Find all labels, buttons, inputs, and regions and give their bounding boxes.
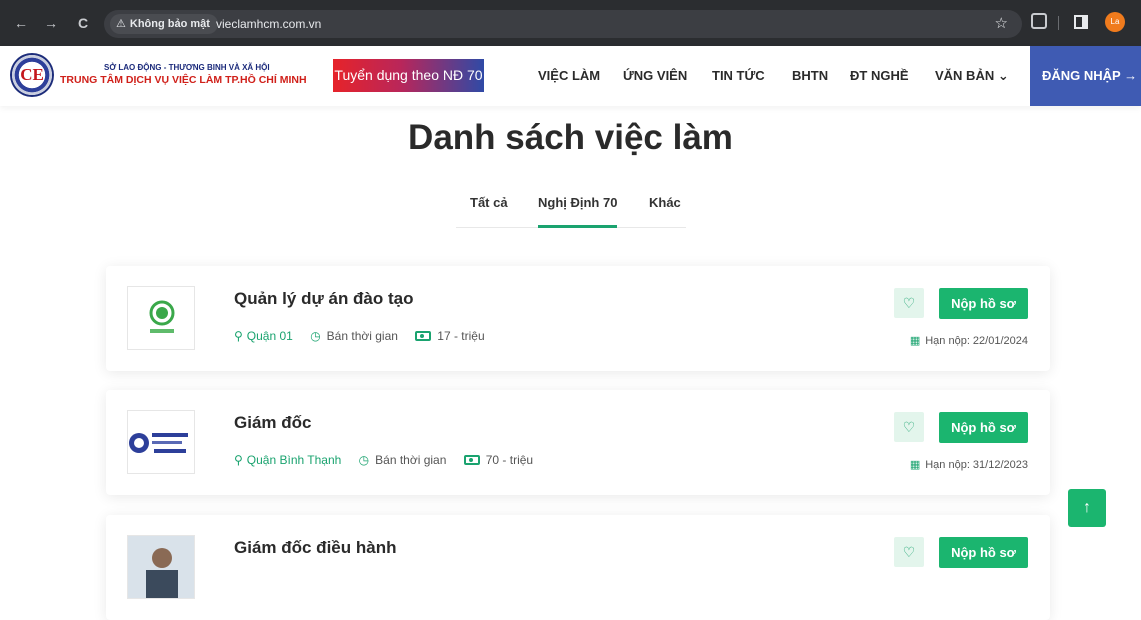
- job-title[interactable]: Quản lý dự án đào tạo: [234, 288, 414, 310]
- person-photo-icon: [128, 536, 194, 598]
- profile-avatar[interactable]: La: [1105, 12, 1125, 32]
- site-header: CE SỞ LAO ĐỘNG - THƯƠNG BINH VÀ XÃ HỘI T…: [0, 46, 1141, 106]
- job-card[interactable]: Giám đốc ⚲ Quận Bình Thạnh ◷ Bán thời gian…: [106, 390, 1050, 495]
- bookmark-star-icon[interactable]: ☆: [995, 15, 1008, 33]
- job-deadline: ▦ Hạn nộp: 31/12/2023: [910, 458, 1028, 472]
- company-logo[interactable]: [127, 410, 195, 474]
- job-card[interactable]: Giám đốc điều hành ♡ Nộp hồ sơ: [106, 515, 1050, 620]
- toolbar-divider: [1058, 16, 1059, 30]
- extensions-icon[interactable]: [1031, 13, 1047, 29]
- tab-other[interactable]: Khác: [649, 194, 681, 212]
- nav-tin-tuc[interactable]: TIN TỨC: [712, 66, 765, 86]
- job-title[interactable]: Giám đốc điều hành: [234, 537, 396, 559]
- favorite-button[interactable]: ♡: [894, 537, 924, 567]
- clock-icon: ◷: [310, 329, 321, 343]
- url-text[interactable]: vieclamhcm.com.vn: [216, 16, 321, 32]
- address-bar[interactable]: ⚠ Không bảo mật vieclamhcm.com.vn ☆: [104, 10, 1022, 38]
- back-icon[interactable]: ←: [14, 13, 28, 33]
- calendar-icon: ▦: [909, 335, 921, 347]
- job-location: Quận Bình Thạnh: [246, 453, 342, 467]
- warning-icon: ⚠: [116, 18, 126, 30]
- favorite-button[interactable]: ♡: [894, 412, 924, 442]
- page-title: Danh sách việc làm: [408, 118, 733, 157]
- favorite-button[interactable]: ♡: [894, 288, 924, 318]
- job-salary: 17 - triệu: [437, 329, 485, 343]
- job-card[interactable]: Quản lý dự án đào tạo ⚲ Quận 01 ◷ Bán thời…: [106, 266, 1050, 371]
- browser-chrome: ← → C ⚠ Không bảo mật vieclamhcm.com.vn ☆…: [0, 0, 1141, 46]
- deadline-text: Hạn nộp: 31/12/2023: [925, 459, 1028, 471]
- tab-all[interactable]: Tất cả: [470, 194, 508, 212]
- login-button[interactable]: ĐĂNG NHẬP →: [1030, 46, 1141, 106]
- apply-button[interactable]: Nộp hồ sơ: [939, 537, 1028, 568]
- bbb-spa-logo-icon: [149, 300, 175, 333]
- job-title[interactable]: Giám đốc: [234, 412, 311, 434]
- map-pin-icon: ⚲: [234, 329, 243, 343]
- calendar-icon: ▦: [909, 459, 921, 471]
- job-deadline: ▦ Hạn nộp: 22/01/2024: [910, 334, 1028, 348]
- company-logo[interactable]: [127, 535, 195, 599]
- apply-button[interactable]: Nộp hồ sơ: [939, 288, 1028, 319]
- job-salary: 70 - triệu: [485, 453, 534, 467]
- heart-icon: ♡: [902, 295, 916, 311]
- job-filter-tabs: Tất cả Nghị Định 70 Khác: [456, 188, 686, 228]
- job-meta: ⚲ Quận 01 ◷ Bán thời gian 17 - triệu: [234, 328, 485, 344]
- deadline-text: Hạn nộp: 22/01/2024: [925, 335, 1028, 347]
- security-label: Không bảo mật: [129, 18, 210, 30]
- job-type: Bán thời gian: [326, 329, 398, 343]
- cash-icon: [463, 455, 480, 465]
- job-center-logo-icon: [129, 433, 188, 453]
- company-logo[interactable]: [127, 286, 195, 350]
- apply-button[interactable]: Nộp hồ sơ: [939, 412, 1028, 443]
- map-pin-icon: ⚲: [234, 453, 243, 467]
- clock-icon: ◷: [358, 453, 370, 467]
- security-chip[interactable]: ⚠ Không bảo mật: [110, 14, 218, 34]
- nav-viec-lam[interactable]: VIỆC LÀM: [538, 66, 600, 86]
- scroll-to-top-button[interactable]: ↑: [1068, 489, 1106, 527]
- nav-dt-nghe[interactable]: ĐT NGHỀ: [850, 66, 909, 86]
- heart-icon: ♡: [902, 544, 916, 560]
- main-nav: VIỆC LÀM ỨNG VIÊN TIN TỨC BHTN ĐT NGHỀ V…: [0, 66, 1141, 86]
- reload-icon[interactable]: C: [78, 13, 88, 33]
- cash-icon: [415, 331, 432, 341]
- forward-icon[interactable]: →: [44, 13, 58, 33]
- job-location: Quận 01: [246, 329, 293, 343]
- tab-nghi-dinh-70[interactable]: Nghị Định 70: [538, 194, 618, 228]
- job-type: Bán thời gian: [375, 453, 447, 467]
- nav-bhtn[interactable]: BHTN: [792, 66, 828, 86]
- nav-ung-vien[interactable]: ỨNG VIÊN: [623, 66, 687, 86]
- job-meta: ⚲ Quận Bình Thạnh ◷ Bán thời gian 70 - tri…: [234, 452, 533, 468]
- side-panel-icon[interactable]: [1074, 15, 1088, 29]
- nav-van-ban-dropdown[interactable]: VĂN BẢN ⌄: [935, 66, 1009, 86]
- heart-icon: ♡: [902, 419, 916, 435]
